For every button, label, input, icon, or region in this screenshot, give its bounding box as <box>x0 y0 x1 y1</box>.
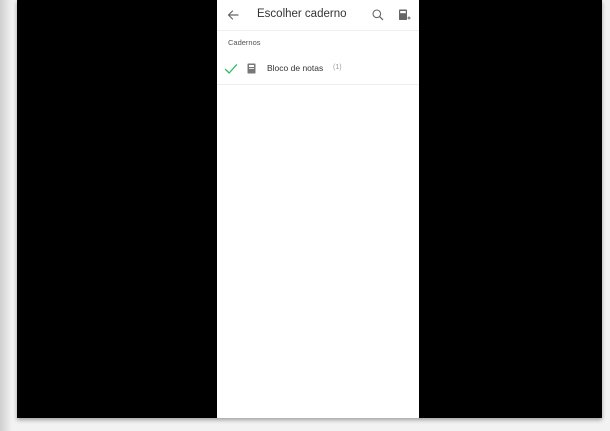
app-bar: Escolher caderno <box>217 0 419 31</box>
search-icon <box>372 9 384 21</box>
notebook-name: Bloco de notas <box>267 63 324 73</box>
notebook-icon <box>247 63 256 74</box>
arrow-left-icon <box>227 10 239 20</box>
new-notebook-button[interactable] <box>397 8 411 22</box>
search-button[interactable] <box>371 8 385 22</box>
notebook-note-count: (1) <box>333 64 342 71</box>
section-header-notebooks: Cadernos <box>228 38 261 47</box>
screen-background: Escolher caderno Cadernos Bloco de notas… <box>0 0 610 431</box>
phone-screen: Escolher caderno Cadernos Bloco de notas… <box>217 0 419 418</box>
back-button[interactable] <box>225 7 241 23</box>
check-icon <box>224 64 238 74</box>
notebook-list-item[interactable]: Bloco de notas (1) <box>217 54 419 85</box>
new-notebook-icon <box>399 9 411 20</box>
page-title: Escolher caderno <box>257 8 347 20</box>
